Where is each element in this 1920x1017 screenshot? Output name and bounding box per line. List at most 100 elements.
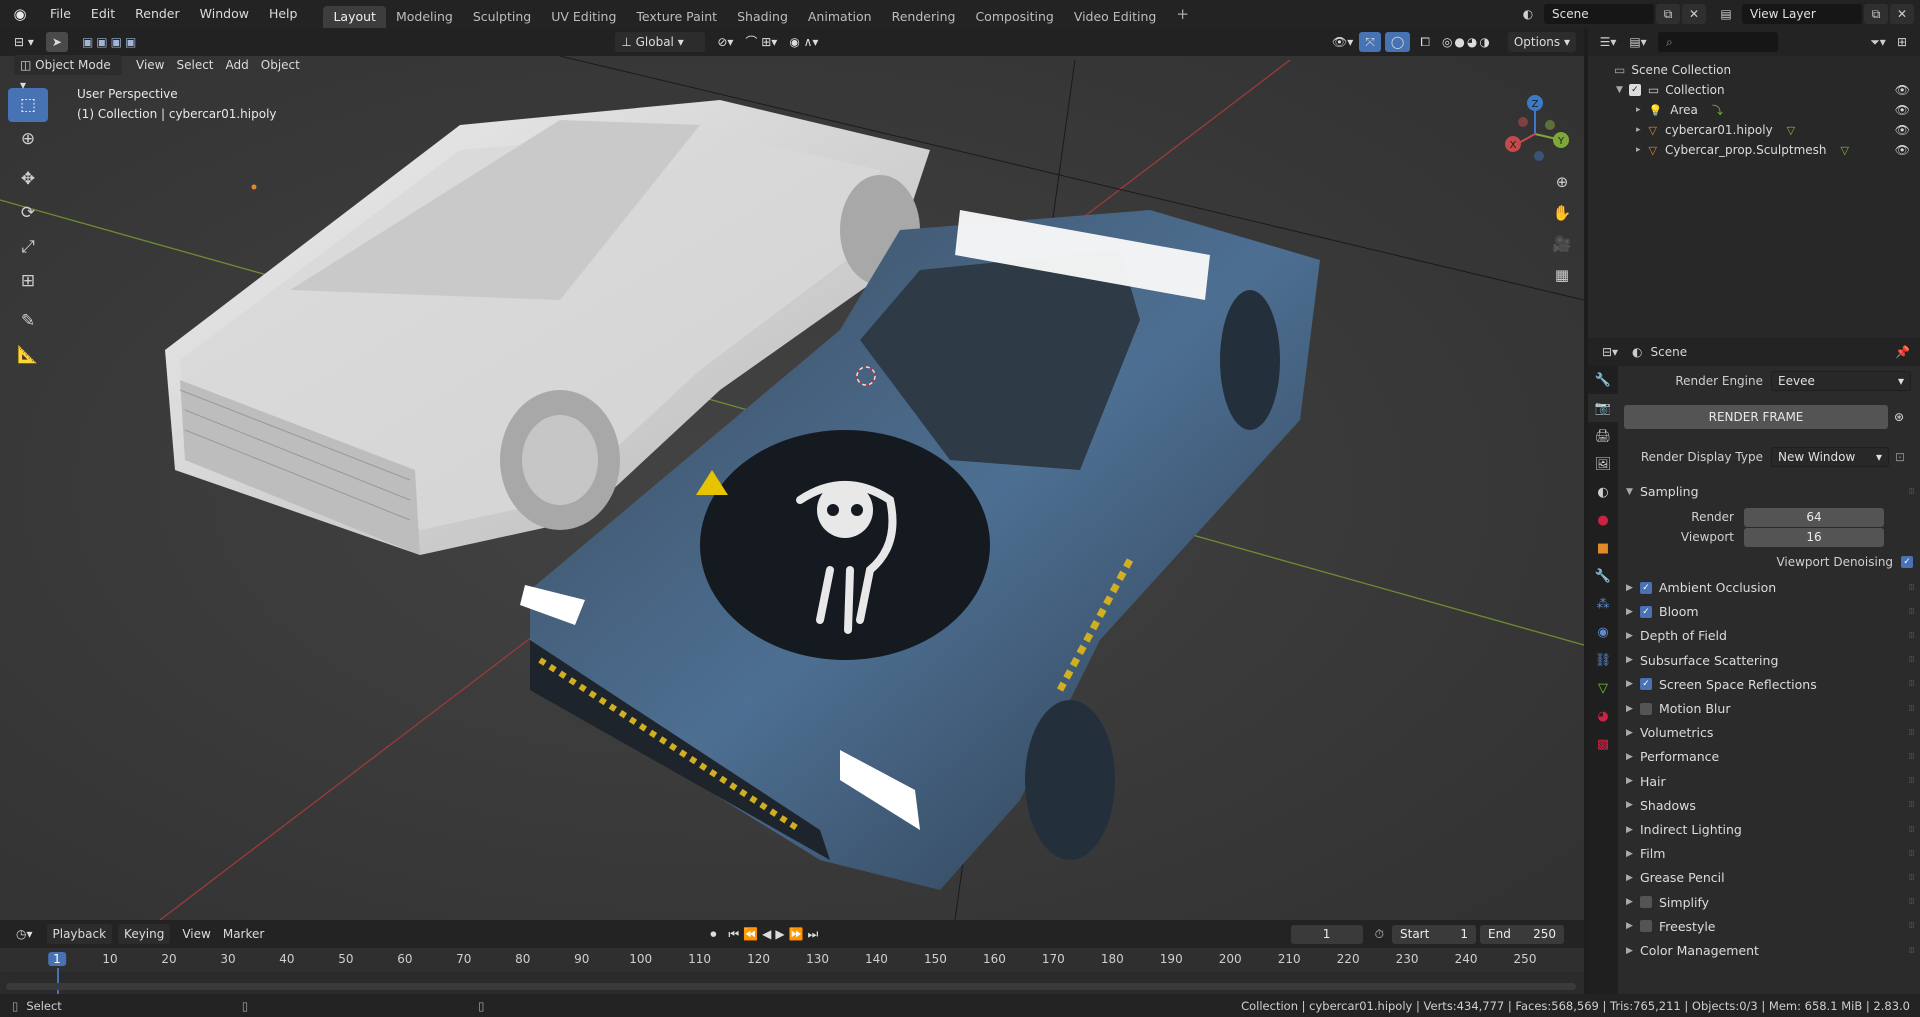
expand-icon[interactable]: ▼ xyxy=(1616,85,1623,95)
menu-add[interactable]: Add xyxy=(220,55,255,75)
record-icon[interactable]: ⏺ xyxy=(710,927,716,942)
zoom-icon[interactable]: ⊕ xyxy=(1548,168,1576,196)
timeline-menu-playback[interactable]: Playback xyxy=(46,924,113,944)
preview-range-icon[interactable]: ⏱ xyxy=(1375,927,1384,942)
panel-shadows[interactable]: ▶ Shadows ⁞⁞⁞ xyxy=(1618,794,1920,817)
outliner-item[interactable]: ▸ ▽ cybercar01.hipoly ▽ 👁 xyxy=(1588,120,1920,140)
outliner-collection[interactable]: ▼ ✓ ▭ Collection 👁 xyxy=(1588,80,1920,100)
display-type-dropdown[interactable]: New Window ▾ xyxy=(1771,447,1889,467)
menu-select[interactable]: Select xyxy=(170,55,219,75)
panel-enable-checkbox[interactable]: ✓ xyxy=(1640,678,1652,691)
workspace-tab-animation[interactable]: Animation xyxy=(798,6,882,28)
snap-icon[interactable]: ⌒ ⊞▾ xyxy=(739,32,783,52)
tool-tab-icon[interactable]: 🔧 xyxy=(1588,366,1618,394)
physics-tab-icon[interactable]: ◉ xyxy=(1588,618,1618,646)
move-tool-icon[interactable]: ✥ xyxy=(8,162,48,196)
menu-view[interactable]: View xyxy=(130,55,170,75)
display-mode-icon[interactable]: ▤▾ xyxy=(1626,32,1650,52)
outliner-item[interactable]: ▸ 💡 Area ⤵ 👁 xyxy=(1588,100,1920,120)
delete-scene-icon[interactable]: ✕ xyxy=(1682,4,1706,24)
world-tab-icon[interactable]: ● xyxy=(1588,506,1618,534)
add-workspace-button[interactable]: + xyxy=(1166,0,1199,28)
end-frame-field[interactable]: End 250 xyxy=(1480,924,1564,944)
sampling-panel-header[interactable]: ▼ Sampling ⁞⁞⁞ xyxy=(1618,480,1920,503)
playback-controls-icons[interactable]: ⏮⏪◀▶⏩⏭ xyxy=(728,927,822,942)
panel-color-management[interactable]: ▶ Color Management ⁞⁞⁞ xyxy=(1618,939,1920,962)
menu-file[interactable]: File xyxy=(40,0,81,28)
expand-icon[interactable]: ▸ xyxy=(1636,105,1641,115)
visibility-icon[interactable]: 👁▾ xyxy=(1326,32,1359,52)
lock-interface-icon[interactable]: ⊡ xyxy=(1895,450,1905,464)
editor-type-button[interactable]: ⊟ ▾ xyxy=(8,32,40,52)
outliner-scene-collection[interactable]: ▭ Scene Collection xyxy=(1588,60,1920,80)
view-layer-tab-icon[interactable]: 🖼 xyxy=(1588,450,1618,478)
outliner-search-input[interactable]: ⌕ xyxy=(1658,32,1778,52)
rotate-tool-icon[interactable]: ⟳ xyxy=(8,196,48,230)
pan-hand-icon[interactable]: ✋ xyxy=(1548,199,1576,227)
filter-icon[interactable]: ⏷▾ xyxy=(1866,32,1890,52)
scene-name-field[interactable]: Scene xyxy=(1544,4,1654,24)
panel-enable-checkbox[interactable]: ✓ xyxy=(1640,605,1652,618)
navigation-gizmo[interactable]: Y Z X xyxy=(1495,92,1575,172)
panel-enable-checkbox[interactable] xyxy=(1640,920,1652,933)
workspace-tab-modeling[interactable]: Modeling xyxy=(386,6,463,28)
render-engine-dropdown[interactable]: Eevee ▾ xyxy=(1771,371,1911,391)
scale-tool-icon[interactable]: ⤢ xyxy=(8,230,48,264)
pin-icon[interactable]: 📌 xyxy=(1895,345,1910,359)
panel-freestyle[interactable]: ▶ Freestyle ⁞⁞⁞ xyxy=(1618,915,1920,938)
menu-render[interactable]: Render xyxy=(125,0,190,28)
camera-view-icon[interactable]: 🎥 xyxy=(1548,230,1576,258)
expand-icon[interactable]: ▸ xyxy=(1636,125,1641,135)
gizmo-toggle-icon[interactable]: ⤧ xyxy=(1359,32,1381,52)
delete-view-layer-icon[interactable]: ✕ xyxy=(1890,4,1914,24)
transform-orientation-dropdown[interactable]: ⊥ Global ▾ xyxy=(615,32,706,52)
timeline-menu-view[interactable]: View xyxy=(176,924,216,944)
panel-enable-checkbox[interactable] xyxy=(1640,896,1652,909)
texture-tab-icon[interactable]: ▩ xyxy=(1588,730,1618,758)
options-dropdown[interactable]: Options ▾ xyxy=(1507,32,1576,52)
panel-hair[interactable]: ▶ Hair ⁞⁞⁞ xyxy=(1618,770,1920,793)
render-samples-field[interactable]: 64 xyxy=(1744,507,1884,527)
panel-performance[interactable]: ▶ Performance ⁞⁞⁞ xyxy=(1618,745,1920,768)
select-box-tool-icon[interactable]: ⬚ xyxy=(8,88,48,122)
start-frame-field[interactable]: Start 1 xyxy=(1392,924,1476,944)
outliner-editor-type-icon[interactable]: ☰▾ xyxy=(1596,32,1620,52)
cursor-tool-icon[interactable]: ⊕ xyxy=(8,122,48,156)
menu-window[interactable]: Window xyxy=(190,0,259,28)
menu-edit[interactable]: Edit xyxy=(81,0,125,28)
xray-icon[interactable]: ⧠ xyxy=(1414,32,1436,52)
workspace-tab-rendering[interactable]: Rendering xyxy=(882,6,966,28)
3d-viewport[interactable] xyxy=(0,56,1584,920)
view-layer-field[interactable]: View Layer xyxy=(1742,4,1862,24)
transform-tool-icon[interactable]: ⊞ xyxy=(8,264,48,298)
new-collection-icon[interactable]: ⊞ xyxy=(1890,32,1914,52)
blender-logo-icon[interactable]: ◉ xyxy=(0,0,40,28)
panel-ambient-occlusion[interactable]: ▶ ✓ Ambient Occlusion ⁞⁞⁞ xyxy=(1618,576,1920,599)
select-mode-icons[interactable]: ▣▣▣▣ xyxy=(76,32,145,52)
workspace-tab-texture-paint[interactable]: Texture Paint xyxy=(626,6,727,28)
outliner-item[interactable]: ▸ ▽ Cybercar_prop.Sculptmesh ▽ 👁 xyxy=(1588,140,1920,160)
modifier-tab-icon[interactable]: 🔧 xyxy=(1588,562,1618,590)
mode-dropdown[interactable]: ◫ Object Mode ▾ xyxy=(14,55,122,92)
panel-volumetrics[interactable]: ▶ Volumetrics ⁞⁞⁞ xyxy=(1618,721,1920,744)
overlay-toggle-icon[interactable]: ◯ xyxy=(1384,32,1411,52)
particles-tab-icon[interactable]: ⁂ xyxy=(1588,590,1618,618)
light-data-icon[interactable]: ⤵ xyxy=(1712,102,1723,118)
workspace-tab-compositing[interactable]: Compositing xyxy=(965,6,1063,28)
panel-indirect-lighting[interactable]: ▶ Indirect Lighting ⁞⁞⁞ xyxy=(1618,818,1920,841)
data-tab-icon[interactable]: ▽ xyxy=(1588,674,1618,702)
visibility-eye-icon[interactable]: 👁 xyxy=(1895,83,1910,97)
panel-film[interactable]: ▶ Film ⁞⁞⁞ xyxy=(1618,842,1920,865)
panel-bloom[interactable]: ▶ ✓ Bloom ⁞⁞⁞ xyxy=(1618,600,1920,623)
render-tab-icon[interactable]: 📷 xyxy=(1588,394,1618,422)
frame-ruler[interactable]: 1 10 20 30 40 50 60 70 80 90 100 110 120 130 140 150 160… xyxy=(0,948,1584,994)
perspective-toggle-icon[interactable]: ▦ xyxy=(1548,261,1576,289)
material-tab-icon[interactable]: ◕ xyxy=(1588,702,1618,730)
shading-mode-icons[interactable]: ◎●◕◑ xyxy=(1436,32,1498,52)
output-tab-icon[interactable]: 🖨 xyxy=(1588,422,1618,450)
mesh-data-icon[interactable]: ▽ xyxy=(1787,124,1795,137)
new-scene-icon[interactable]: ⧉ xyxy=(1656,4,1680,24)
expand-icon[interactable]: ▸ xyxy=(1636,145,1641,155)
view-layer-browse-icon[interactable]: ▤ xyxy=(1714,4,1738,24)
scene-browse-icon[interactable]: ◐ xyxy=(1516,4,1540,24)
